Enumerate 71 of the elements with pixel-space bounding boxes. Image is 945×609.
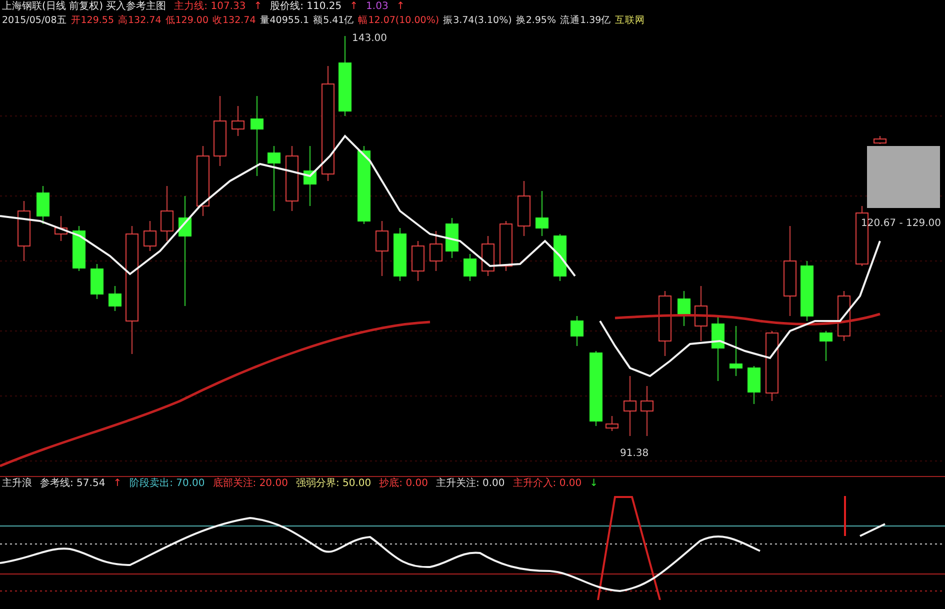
candlestick	[232, 106, 244, 136]
candlestick	[712, 316, 724, 382]
low-price-label: 91.38	[620, 448, 649, 459]
quote-value: 换2.95%	[516, 14, 556, 28]
quote-value: 互联网	[615, 14, 646, 28]
indicator-value: 抄底: 0.00	[379, 477, 428, 491]
candlestick	[766, 330, 778, 402]
indicator-value: 1.03	[366, 0, 388, 14]
indicator-value: 主升关注: 0.00	[436, 477, 505, 491]
oscillator-line	[860, 523, 886, 537]
indicator-value: ↑	[396, 0, 405, 14]
indicator-value: ↑	[254, 0, 262, 14]
quote-value: 额5.41亿	[313, 14, 354, 28]
candlestick	[54, 216, 68, 242]
candlestick	[874, 136, 886, 144]
candlestick	[160, 186, 174, 242]
candlestick	[536, 190, 548, 236]
quote-value: 高132.74	[118, 14, 162, 28]
candlestick	[678, 290, 690, 326]
candlestick	[518, 180, 530, 236]
quote-value: 量40955.1	[260, 14, 310, 28]
candlestick	[446, 218, 458, 258]
candlestick	[464, 254, 476, 282]
quote-value: 幅12.07(10.00%)	[358, 14, 440, 28]
candlestick	[694, 286, 708, 342]
candlestick	[554, 234, 566, 282]
quote-value: 2015/05/08五	[2, 14, 67, 28]
candlestick	[394, 228, 406, 282]
candlestick	[640, 386, 654, 436]
candlestick	[304, 146, 316, 206]
candlestick	[658, 290, 672, 356]
candlestick	[286, 146, 298, 212]
indicator-value: 主升介入: 0.00	[512, 477, 582, 491]
quote-value: 收132.74	[212, 14, 256, 28]
indicator-value: ↓	[590, 477, 598, 491]
candlestick	[72, 226, 86, 272]
candlestick	[730, 326, 742, 376]
indicator-value: ↑	[113, 477, 122, 491]
candlestick	[376, 220, 388, 276]
candlestick	[196, 146, 210, 216]
candlestick	[108, 286, 122, 312]
candlestick	[412, 240, 424, 282]
quote-value: 低129.00	[165, 14, 209, 28]
candlestick	[624, 376, 636, 436]
candlestick	[430, 230, 442, 272]
indicator-value: 主力线: 107.33	[174, 0, 246, 14]
quote-value: 流通1.39亿	[560, 14, 612, 28]
candlestick	[500, 220, 512, 272]
indicator-value: 底部关注: 20.00	[212, 477, 288, 491]
candlestick	[570, 316, 584, 346]
chart-title: 上海钢联(日线 前复权) 买入参考主图	[2, 0, 166, 14]
indicator-value: 阶段卖出: 70.00	[130, 477, 205, 491]
indicator-value: ↑	[350, 0, 358, 14]
quote-value: 开129.55	[70, 14, 114, 28]
candlestick	[748, 366, 760, 404]
candlestick	[268, 146, 280, 212]
candlestick	[36, 186, 50, 224]
quote-value: 振3.74(3.10%)	[443, 14, 512, 28]
candlestick	[90, 264, 104, 300]
candlestick	[820, 330, 832, 362]
candlestick	[800, 260, 814, 322]
candlestick	[606, 416, 618, 432]
candlestick	[482, 236, 494, 276]
candlestick	[214, 96, 226, 166]
indicator-value: 参考线: 57.54	[40, 477, 106, 491]
high-price-label: 143.00	[352, 33, 387, 44]
indicator-value: 股价线: 110.25	[270, 0, 342, 14]
candlestick	[144, 220, 156, 252]
indicator-value: 强弱分界: 50.00	[296, 477, 372, 491]
indicator-value: 主升浪	[2, 477, 32, 491]
candlestick	[18, 200, 30, 262]
